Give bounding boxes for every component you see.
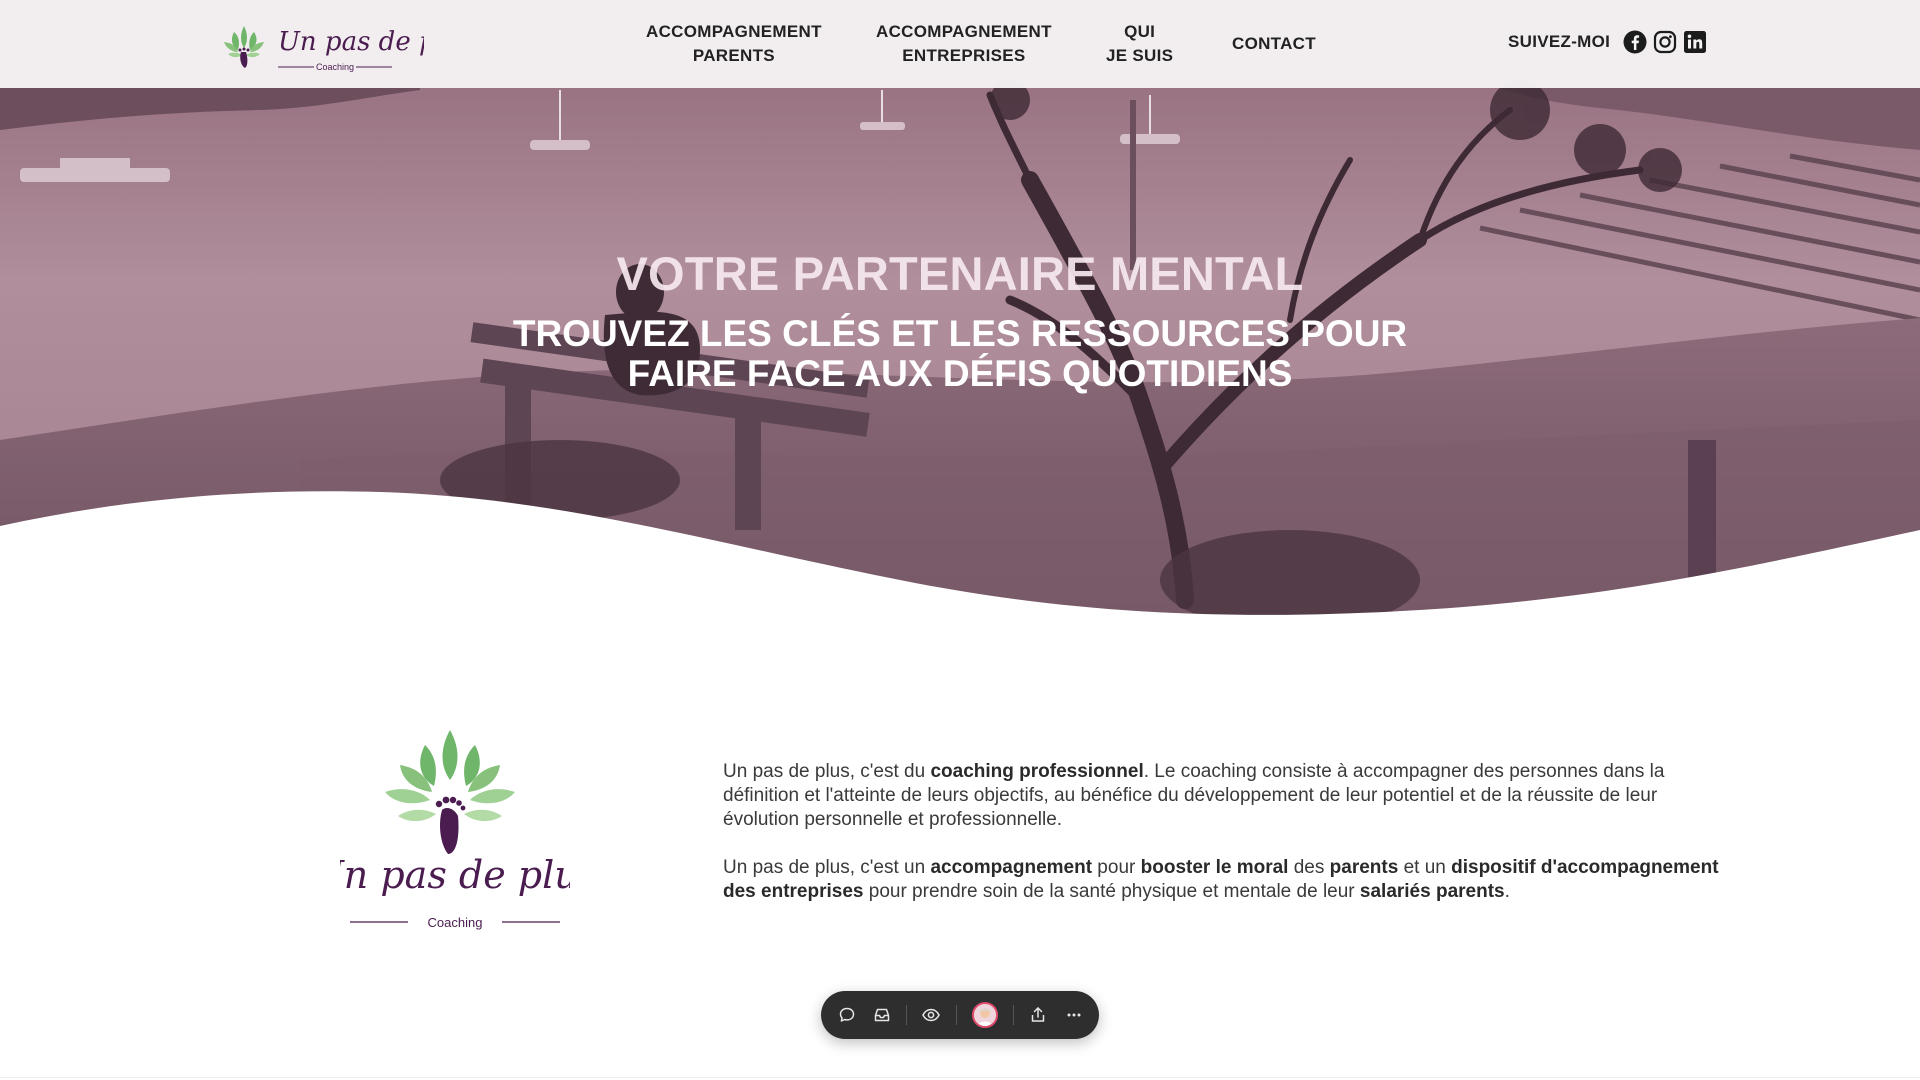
avatar[interactable] — [972, 1002, 998, 1028]
more-icon[interactable] — [1064, 1005, 1084, 1025]
nav-contact[interactable]: CONTACT — [1232, 32, 1316, 56]
hero-banner — [0, 0, 1920, 620]
nav-label-line1: CONTACT — [1232, 34, 1316, 53]
toolbar-divider — [1013, 1005, 1014, 1025]
hero-subtitle: TROUVEZ LES CLÉS ET LES RESSOURCES POUR … — [512, 313, 1408, 394]
inbox-icon[interactable] — [872, 1005, 892, 1025]
intro-text: Un pas de plus, c'est du coaching profes… — [723, 760, 1723, 928]
eye-icon[interactable] — [921, 1005, 941, 1025]
instagram-icon[interactable] — [1653, 30, 1677, 54]
intro-paragraph-1: Un pas de plus, c'est du coaching profes… — [723, 760, 1723, 832]
nav-label-line1: ACCOMPAGNEMENT — [876, 22, 1052, 41]
site-logo[interactable]: Un pas de plus Coaching — [214, 12, 424, 76]
toolbar-divider — [956, 1005, 957, 1025]
nav-qui-je-suis[interactable]: QUI JE SUIS — [1106, 20, 1173, 68]
intro-text-run: et un — [1398, 857, 1452, 878]
logo-wordmark: Un pas de plus — [278, 27, 424, 57]
logo-tagline-large: Coaching — [428, 915, 483, 930]
intro-text-run: Un pas de plus, c'est un — [723, 857, 931, 878]
intro-emphasis: accompagnement — [930, 857, 1093, 878]
page-bottom-border — [0, 1077, 1920, 1078]
intro-emphasis: coaching professionnel — [930, 761, 1144, 782]
toolbar-divider — [906, 1005, 907, 1025]
intro-emphasis: salariés parents — [1359, 881, 1505, 902]
floating-toolbar — [821, 991, 1099, 1039]
nav-label-line1: ACCOMPAGNEMENT — [646, 22, 822, 41]
user-avatar-image — [974, 1004, 996, 1026]
linkedin-icon[interactable] — [1683, 30, 1707, 54]
nav-label-line1: QUI — [1124, 22, 1156, 41]
nav-label-line2: JE SUIS — [1106, 46, 1174, 65]
share-icon[interactable] — [1028, 1005, 1048, 1025]
intro-text-run: des — [1288, 857, 1330, 878]
nav-label-line2: ENTREPRISES — [902, 46, 1026, 65]
follow-label: SUIVEZ-MOI — [1508, 32, 1611, 51]
facebook-icon[interactable] — [1623, 30, 1647, 54]
intro-emphasis: booster le moral — [1140, 857, 1289, 878]
hero-title: VOTRE PARTENAIRE MENTAL — [616, 247, 1304, 300]
intro-text-run: pour — [1092, 857, 1141, 878]
intro-text-run: Un pas de plus, c'est du — [723, 761, 931, 782]
logo-tagline: Coaching — [316, 62, 354, 72]
intro-text-run: . — [1504, 881, 1510, 902]
intro-text-run: pour prendre soin de la santé physique e… — [863, 881, 1360, 902]
comment-icon[interactable] — [837, 1005, 857, 1025]
site-header: Un pas de plus Coaching ACCOMPAGNEMENT P… — [0, 0, 1920, 88]
logo-wordmark-large: Un pas de plus — [340, 853, 570, 897]
intro-emphasis: parents — [1329, 857, 1399, 878]
nav-accompagnement-parents[interactable]: ACCOMPAGNEMENT PARENTS — [646, 20, 822, 68]
nav-label-line2: PARENTS — [692, 46, 775, 65]
hero-background-image — [0, 0, 1920, 620]
nav-accompagnement-entreprises[interactable]: ACCOMPAGNEMENT ENTREPRISES — [876, 20, 1052, 68]
brand-logo-large: Un pas de plus Coaching — [340, 730, 570, 930]
intro-paragraph-2: Un pas de plus, c'est un accompagnement … — [723, 856, 1723, 904]
